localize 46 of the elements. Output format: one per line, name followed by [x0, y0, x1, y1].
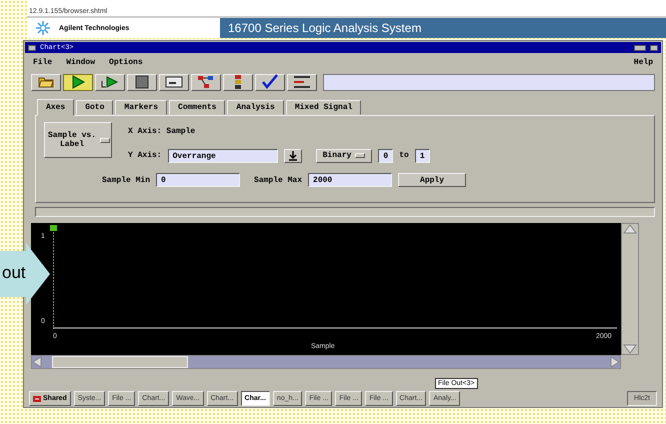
- window-menu-button[interactable]: [28, 44, 36, 50]
- menu-item[interactable]: Window: [66, 58, 96, 67]
- range-to-label: to: [399, 151, 409, 160]
- range-to-field[interactable]: 1: [414, 148, 430, 163]
- tab[interactable]: Markers: [115, 100, 168, 115]
- checkmark-icon: [261, 73, 279, 91]
- horizontal-scrollbar[interactable]: [31, 355, 621, 369]
- minimize-button[interactable]: [634, 44, 646, 50]
- mode-option-button[interactable]: Sample vs. Label: [44, 122, 112, 158]
- download-icon: [288, 150, 298, 161]
- range-from-field[interactable]: 0: [378, 148, 394, 163]
- scroll-down-icon[interactable]: [623, 344, 637, 354]
- sample-max-field[interactable]: 2000: [308, 173, 392, 188]
- tab[interactable]: Mixed Signal: [286, 100, 362, 115]
- vertical-scrollbar[interactable]: [621, 223, 639, 355]
- sample-max-label: Sample Max: [254, 176, 302, 185]
- y-axis-field[interactable]: Overrange: [168, 148, 278, 163]
- menu-item[interactable]: File: [33, 58, 52, 67]
- tab[interactable]: Comments: [169, 100, 226, 115]
- banner-title: 16700 Series Logic Analysis System: [220, 18, 666, 38]
- x-axis-label: X Axis: Sample: [128, 126, 196, 136]
- sample-min-label: Sample Min: [102, 176, 150, 185]
- shared-icon: [33, 394, 41, 402]
- scroll-up-icon[interactable]: [623, 224, 637, 234]
- menu-item[interactable]: Help: [634, 58, 653, 67]
- format-dropdown[interactable]: Binary: [316, 148, 372, 163]
- scroll-right-icon[interactable]: [610, 356, 620, 368]
- callout-text: out: [2, 263, 26, 283]
- stop-icon: [133, 73, 151, 91]
- close-button[interactable]: [650, 44, 658, 50]
- y-axis-label: Y Axis:: [128, 151, 162, 160]
- node-tree-icon: [197, 73, 215, 91]
- menu-item[interactable]: Options: [109, 58, 143, 67]
- list-icon: [293, 73, 311, 91]
- apply-button[interactable]: Apply: [398, 173, 466, 188]
- callout-shape: [0, 243, 50, 305]
- marker-line[interactable]: [50, 223, 57, 331]
- tab[interactable]: Goto: [76, 100, 114, 115]
- sample-min-field[interactable]: 0: [156, 173, 240, 188]
- scrollbar-thumb[interactable]: [52, 356, 188, 368]
- tab[interactable]: Axes: [37, 99, 74, 116]
- toolbar-button[interactable]: [63, 74, 93, 90]
- scroll-left-icon[interactable]: [32, 356, 42, 368]
- resize-bar[interactable]: [35, 207, 655, 217]
- select-button[interactable]: [284, 148, 302, 163]
- tab[interactable]: Analysis: [227, 100, 284, 115]
